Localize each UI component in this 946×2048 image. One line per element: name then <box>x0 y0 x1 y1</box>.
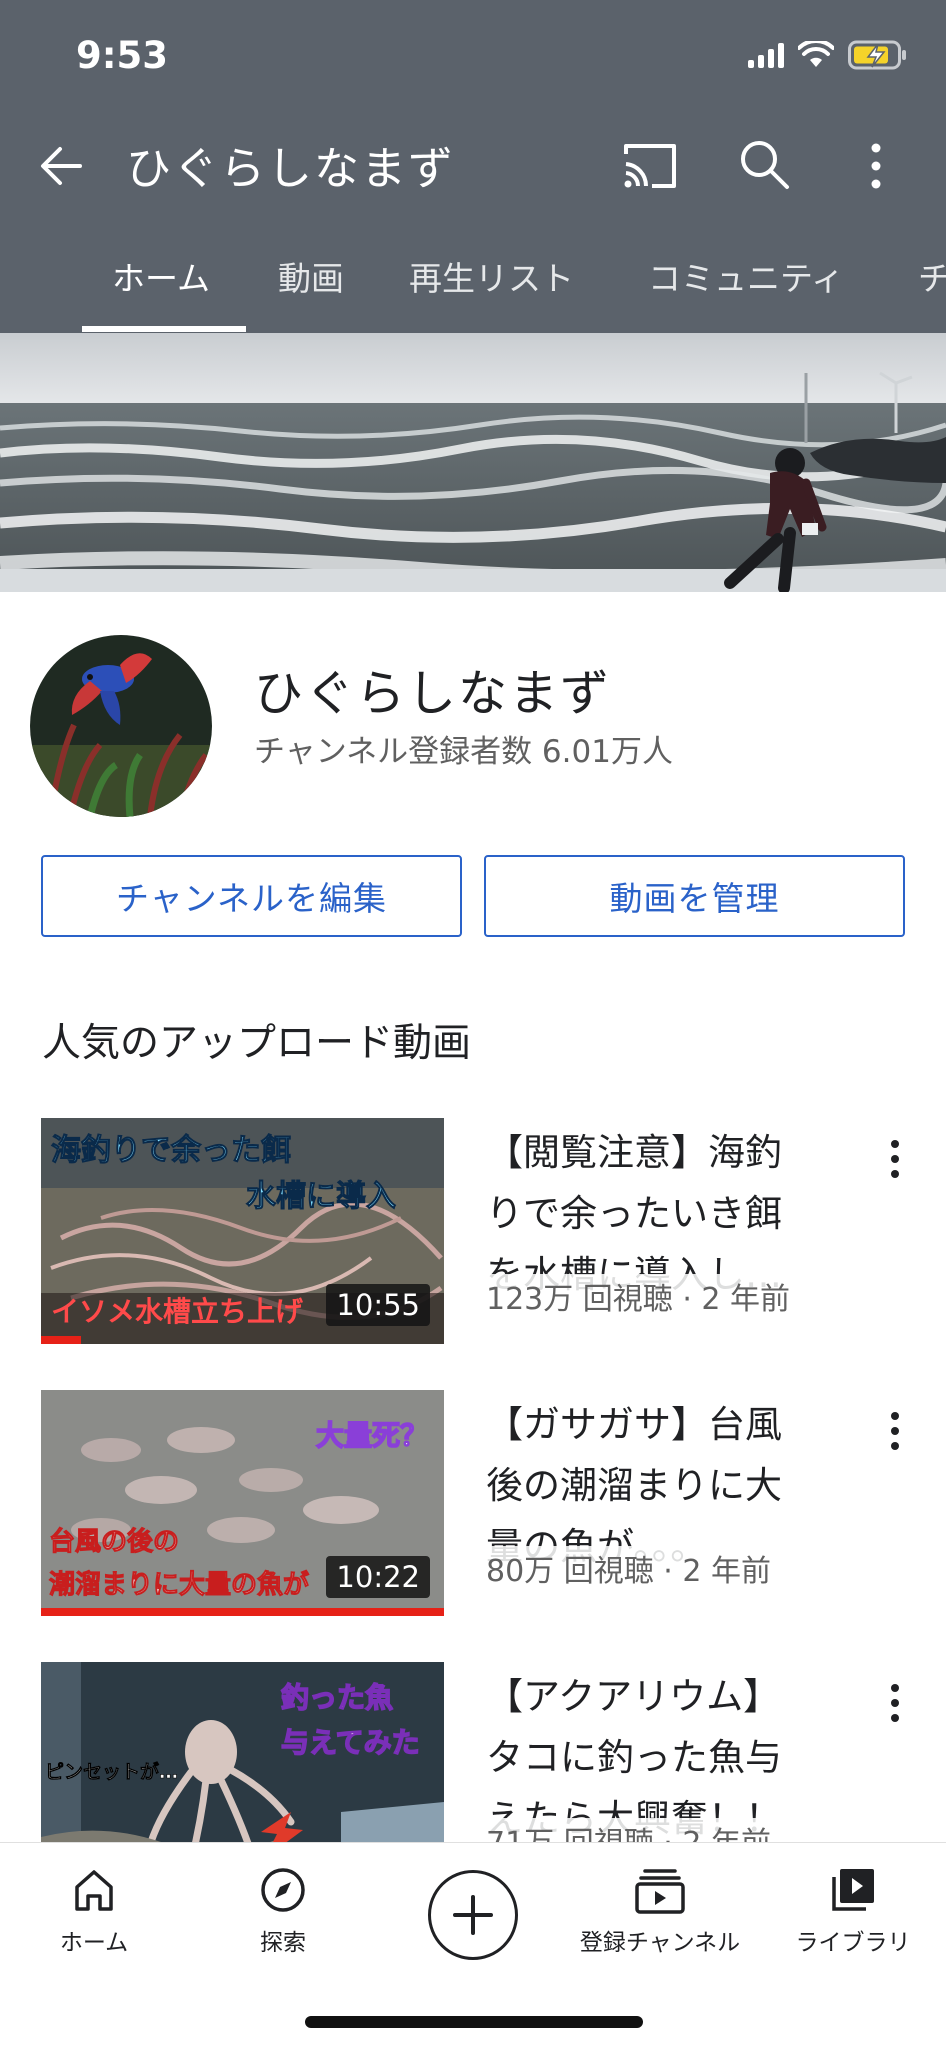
channel-avatar[interactable] <box>30 635 212 817</box>
video-more-button[interactable] <box>880 1678 910 1728</box>
video-thumbnail[interactable]: 大量死？ 台風の後の 潮溜まりに大量の魚が 10:22 <box>41 1390 444 1616</box>
thumb-caption: 大量死？ <box>316 1419 428 1452</box>
header-title: ひぐらしなまず <box>126 142 456 195</box>
video-meta: 80万 回視聴 · 2 年前 <box>486 1546 771 1590</box>
thumb-caption: 台風の後の <box>49 1526 179 1557</box>
more-vert-icon <box>891 1140 899 1178</box>
section-title: 人気のアップロード動画 <box>42 1021 472 1066</box>
battery-icon <box>848 40 908 70</box>
subscriber-count: チャンネル登録者数 6.01万人 <box>254 734 673 770</box>
more-options-button[interactable] <box>858 138 894 194</box>
signal-icon <box>748 42 784 68</box>
cast-icon <box>624 144 676 188</box>
watch-progress-bar <box>41 1608 444 1616</box>
thumb-caption: 与えてみた <box>281 1726 420 1759</box>
cast-button[interactable] <box>620 140 680 194</box>
tab-videos[interactable]: 動画 <box>278 252 344 300</box>
create-icon <box>453 1895 493 1935</box>
subscriptions-icon <box>635 1869 685 1914</box>
tab-home[interactable]: ホーム <box>112 252 210 300</box>
video-item[interactable]: 大量死？ 台風の後の 潮溜まりに大量の魚が 10:22 【ガサガサ】台風 後の潮… <box>0 1390 946 1630</box>
active-tab-indicator <box>82 326 246 332</box>
avatar-image <box>30 635 212 817</box>
top-app-bar: 9:53 ひぐらしなまず ホーム 動画 再生リスト コミュニティ チ <box>0 0 946 333</box>
nav-label: 探索 <box>260 1930 306 1956</box>
edit-channel-button[interactable]: チャンネルを編集 <box>41 855 462 937</box>
status-time: 9:53 <box>76 34 169 77</box>
video-duration: 10:55 <box>326 1284 430 1326</box>
video-more-button[interactable] <box>880 1134 910 1184</box>
video-item[interactable]: 海釣りで余った餌 水槽に導入 イソメ水槽立ち上げ 10:55 【閲覧注意】海釣 … <box>0 1118 946 1358</box>
tab-channels[interactable]: チ <box>918 252 946 300</box>
nav-label: ライブラリ <box>795 1930 911 1956</box>
channel-banner <box>0 333 946 592</box>
more-vert-icon <box>891 1412 899 1450</box>
search-button[interactable] <box>736 136 792 192</box>
banner-image <box>0 333 946 592</box>
create-button[interactable] <box>428 1870 518 1960</box>
manage-videos-button[interactable]: 動画を管理 <box>484 855 905 937</box>
status-icons <box>748 40 908 70</box>
thumb-caption: 海釣りで余った餌 <box>51 1133 291 1168</box>
wifi-icon <box>798 41 834 69</box>
channel-name: ひぐらしなまず <box>254 665 612 722</box>
thumb-caption: イソメ水槽立ち上げ <box>51 1295 304 1328</box>
header-row: ひぐらしなまず <box>0 120 946 210</box>
more-vert-icon <box>871 143 881 189</box>
nav-library[interactable]: ライブラリ <box>793 1865 913 1957</box>
thumb-caption: 水槽に導入 <box>246 1179 396 1214</box>
back-button[interactable] <box>34 138 90 194</box>
compass-icon <box>261 1868 305 1912</box>
thumb-caption: ピンセットが… <box>45 1760 178 1783</box>
nav-label: 登録チャンネル <box>579 1930 741 1956</box>
nav-home[interactable]: ホーム <box>54 1865 134 1957</box>
thumb-caption: 釣った魚 <box>281 1681 393 1714</box>
nav-subscriptions[interactable]: 登録チャンネル <box>580 1865 740 1957</box>
tab-community[interactable]: コミュニティ <box>648 252 844 300</box>
video-duration: 10:22 <box>326 1556 430 1598</box>
more-vert-icon <box>891 1684 899 1722</box>
nav-label: ホーム <box>59 1930 129 1956</box>
home-indicator <box>305 2016 643 2028</box>
search-icon <box>741 141 789 189</box>
channel-tabs: ホーム 動画 再生リスト コミュニティ チ <box>0 246 946 333</box>
tab-playlists[interactable]: 再生リスト <box>409 252 574 300</box>
thumb-caption: 潮溜まりに大量の魚が <box>49 1569 309 1600</box>
back-arrow-icon <box>41 147 82 185</box>
video-more-button[interactable] <box>880 1406 910 1456</box>
video-meta: 123万 回視聴 · 2 年前 <box>486 1274 791 1318</box>
video-thumbnail[interactable]: 海釣りで余った餌 水槽に導入 イソメ水槽立ち上げ 10:55 <box>41 1118 444 1344</box>
home-icon <box>75 1870 113 1911</box>
library-icon <box>832 1869 874 1911</box>
watch-progress-bar <box>41 1336 82 1344</box>
nav-explore[interactable]: 探索 <box>243 1865 323 1957</box>
youtube-channel-screen: 9:53 ひぐらしなまず ホーム 動画 再生リスト コミュニティ チ ひぐらしな… <box>0 0 946 2048</box>
